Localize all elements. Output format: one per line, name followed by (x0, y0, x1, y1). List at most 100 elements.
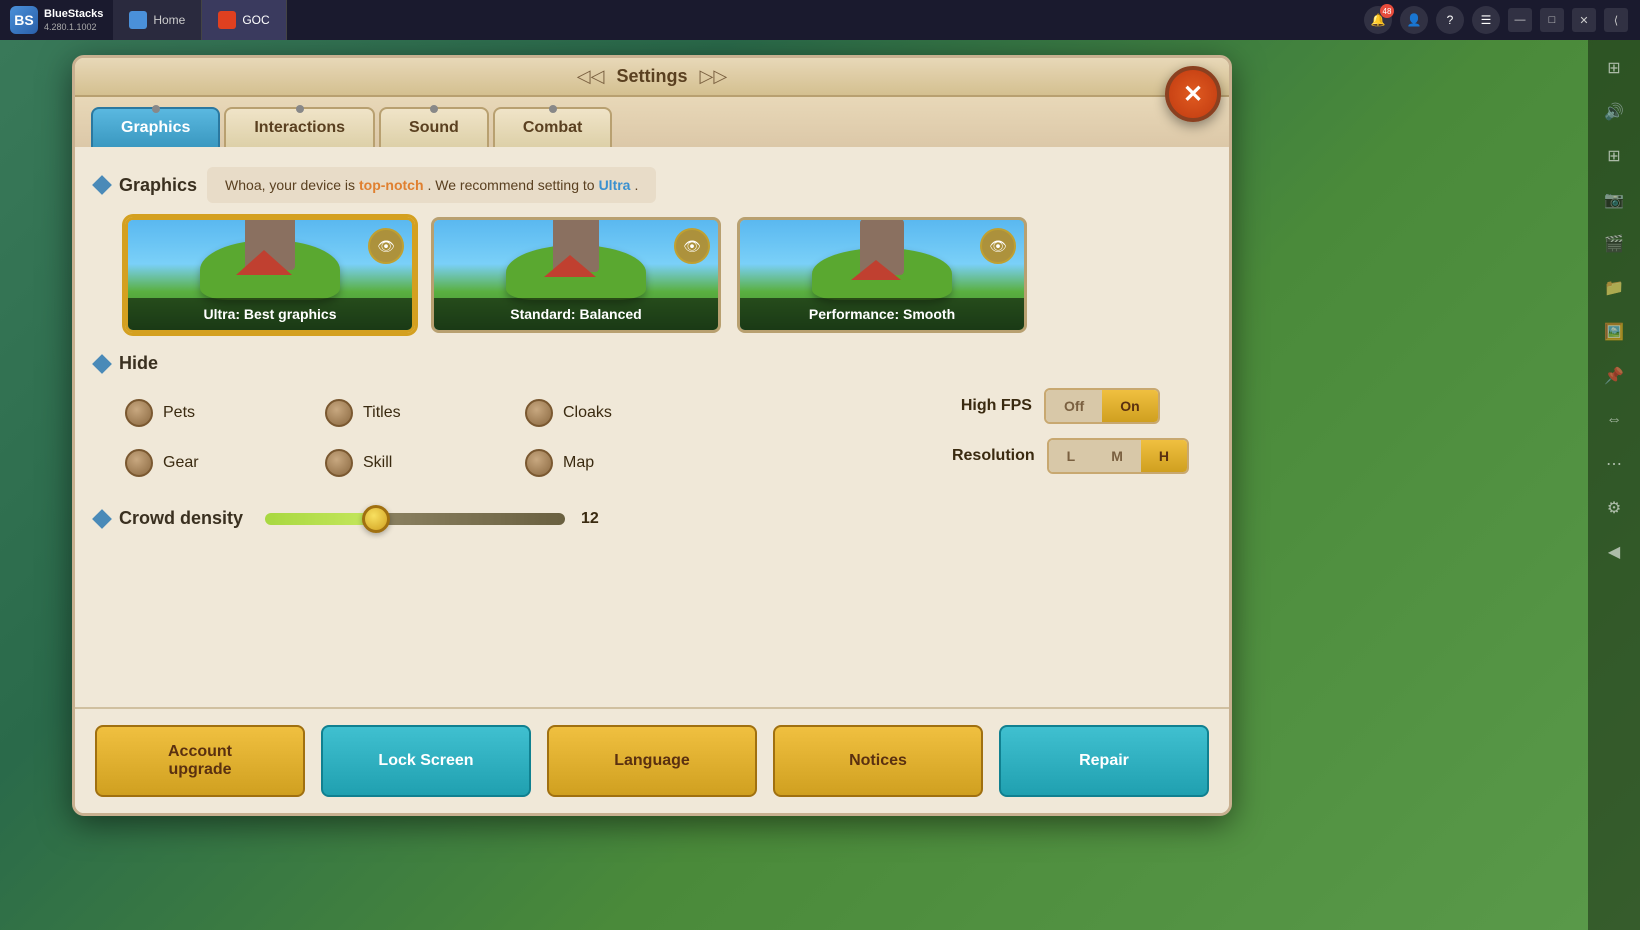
res-m-button[interactable]: M (1093, 440, 1141, 472)
label-cloaks: Cloaks (563, 404, 612, 422)
fps-toggle-group: Off On (1044, 388, 1160, 424)
hide-diamond-icon (92, 354, 112, 374)
tab-graphics[interactable]: Graphics (91, 107, 220, 147)
hide-item-gear: Gear (125, 438, 325, 488)
standard-preset-label: Standard: Balanced (434, 298, 718, 330)
titlebar-tabs: Home GOC (113, 0, 286, 40)
graphics-info-banner: Whoa, your device is top-notch . We reco… (207, 167, 656, 203)
hide-section-title: Hide (119, 353, 158, 374)
res-h-button[interactable]: H (1141, 440, 1187, 472)
lock-screen-button[interactable]: Lock Screen (321, 725, 531, 797)
fps-on-button[interactable]: On (1102, 390, 1157, 422)
graphics-section-header: Graphics (95, 175, 197, 196)
sidebar-location-icon[interactable]: 📌 (1598, 360, 1630, 392)
fps-off-button[interactable]: Off (1046, 390, 1102, 422)
tab-sound[interactable]: Sound (379, 107, 489, 147)
profile-button[interactable]: 👤 (1400, 6, 1428, 34)
tab-goc[interactable]: GOC (202, 0, 286, 40)
tab-dot-graphics (152, 105, 160, 113)
goc-tab-icon (218, 11, 236, 29)
hide-item-map: Map (525, 438, 725, 488)
radio-cloaks[interactable] (525, 399, 553, 427)
titlebar-controls: 🔔 48 👤 ? ☰ — □ ✕ ⟨ (1364, 6, 1640, 34)
help-button[interactable]: ? (1436, 6, 1464, 34)
res-l-button[interactable]: L (1049, 440, 1094, 472)
sidebar-settings-icon[interactable]: ⚙ (1598, 492, 1630, 524)
banner-suffix: . (634, 177, 638, 193)
density-diamond-icon (92, 509, 112, 529)
eye-icon-standard: 👁 (683, 238, 701, 255)
tab-home[interactable]: Home (113, 0, 202, 40)
sidebar-collapse-icon[interactable]: ◀ (1598, 536, 1630, 568)
density-slider-container (265, 509, 565, 529)
sidebar-folder-icon[interactable]: 📁 (1598, 272, 1630, 304)
hide-items-grid: Pets Titles Cloaks Gear (125, 388, 725, 488)
repair-button[interactable]: Repair (999, 725, 1209, 797)
preset-ultra[interactable]: 👁 Ultra: Best graphics (125, 217, 415, 333)
radio-pets[interactable] (125, 399, 153, 427)
settings-title: Settings (616, 66, 687, 87)
notification-button[interactable]: 🔔 48 (1364, 6, 1392, 34)
tab-dot-interactions (296, 105, 304, 113)
close-settings-button[interactable]: ✕ (1165, 66, 1221, 122)
goc-tab-label: GOC (242, 13, 269, 27)
tab-interactions[interactable]: Interactions (224, 107, 375, 147)
sidebar-screenshot-icon[interactable]: 📷 (1598, 184, 1630, 216)
graphics-presets: 👁 Ultra: Best graphics (125, 217, 1209, 333)
perf-roof (851, 260, 901, 280)
sidebar-layout-icon[interactable]: ⊞ (1598, 140, 1630, 172)
titlebar: BS BlueStacks 4.280.1.1002 Home GOC 🔔 48… (0, 0, 1640, 40)
density-section-header: Crowd density 12 (95, 508, 1209, 529)
menu-button[interactable]: ☰ (1472, 6, 1500, 34)
app-logo-icon: BS (10, 6, 38, 34)
preset-performance[interactable]: 👁 Performance: Smooth (737, 217, 1027, 333)
label-skill: Skill (363, 454, 392, 472)
radio-map[interactable] (525, 449, 553, 477)
fps-control-row: High FPS Off On (952, 388, 1189, 424)
standard-preview-badge: 👁 (674, 228, 710, 264)
content-area: Graphics Whoa, your device is top-notch … (75, 147, 1229, 707)
account-upgrade-button[interactable]: Account upgrade (95, 725, 305, 797)
graphics-section-title: Graphics (119, 175, 197, 196)
sidebar-volume-icon[interactable]: 🔊 (1598, 96, 1630, 128)
sidebar-more-icon[interactable]: ⋯ (1598, 448, 1630, 480)
collapse-button[interactable]: ⟨ (1604, 8, 1628, 32)
tab-dot-combat (549, 105, 557, 113)
radio-skill[interactable] (325, 449, 353, 477)
settings-nav-right: ▷▷ (700, 66, 728, 87)
tab-combat[interactable]: Combat (493, 107, 613, 147)
app-logo: BS BlueStacks 4.280.1.1002 (0, 6, 113, 34)
density-slider-track (265, 513, 565, 525)
banner-middle: . We recommend setting to (428, 177, 595, 193)
preset-standard[interactable]: 👁 Standard: Balanced (431, 217, 721, 333)
resolution-toggle-group: L M H (1047, 438, 1189, 474)
home-tab-label: Home (153, 13, 185, 27)
sidebar-image-icon[interactable]: 🖼️ (1598, 316, 1630, 348)
graphics-header: Graphics Whoa, your device is top-notch … (95, 167, 1209, 203)
hide-section: Hide Pets Titles Cloaks (95, 353, 1209, 488)
maximize-button[interactable]: □ (1540, 8, 1564, 32)
settings-titlebar: ◁◁ Settings ▷▷ (75, 58, 1229, 97)
graphics-diamond-icon (92, 175, 112, 195)
resolution-label: Resolution (952, 447, 1035, 465)
density-slider-thumb[interactable] (362, 505, 390, 533)
density-row: 12 (265, 509, 599, 529)
crowd-density-section: Crowd density 12 (95, 508, 1209, 529)
sidebar-resize-icon[interactable]: ⇔ (1598, 404, 1630, 436)
sidebar-expand-icon[interactable]: ⊞ (1598, 52, 1630, 84)
castle-roof (236, 250, 292, 275)
sidebar-video-icon[interactable]: 🎬 (1598, 228, 1630, 260)
radio-gear[interactable] (125, 449, 153, 477)
ultra-preset-label: Ultra: Best graphics (128, 298, 412, 330)
hide-content: Pets Titles Cloaks Gear (95, 388, 1209, 488)
radio-titles[interactable] (325, 399, 353, 427)
notices-button[interactable]: Notices (773, 725, 983, 797)
eye-icon-ultra: 👁 (377, 238, 395, 255)
ultra-preview-badge: 👁 (368, 228, 404, 264)
banner-highlight-ultra: Ultra (599, 177, 631, 193)
label-pets: Pets (163, 404, 195, 422)
close-window-button[interactable]: ✕ (1572, 8, 1596, 32)
bottom-buttons: Account upgrade Lock Screen Language Not… (75, 707, 1229, 813)
language-button[interactable]: Language (547, 725, 757, 797)
minimize-button[interactable]: — (1508, 8, 1532, 32)
